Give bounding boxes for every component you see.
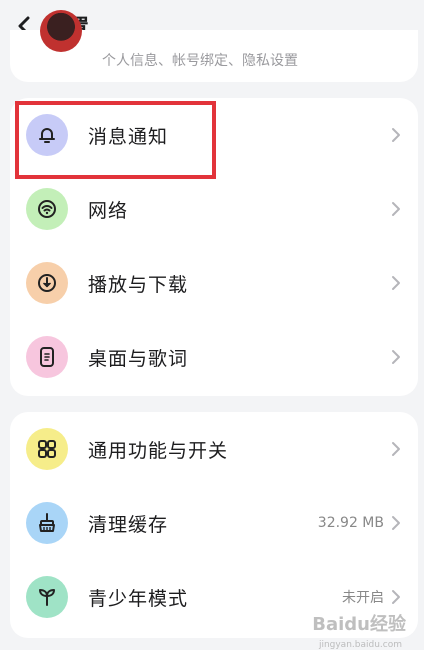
profile-subtitle: 个人信息、帐号绑定、隐私设置: [102, 53, 298, 69]
sprout-icon: [26, 576, 68, 618]
settings-item-general-switches[interactable]: 通用功能与开关: [10, 412, 418, 486]
chevron-right-icon: [392, 590, 400, 604]
highlight-box: [15, 101, 216, 179]
settings-item-network[interactable]: 网络: [10, 172, 418, 246]
chevron-right-icon: [392, 516, 400, 530]
chevron-right-icon: [392, 350, 400, 364]
row-label: 通用功能与开关: [88, 439, 229, 462]
wifi-icon: [26, 188, 68, 230]
settings-item-desktop-lyrics[interactable]: 桌面与歌词: [10, 320, 418, 394]
download-icon: [26, 262, 68, 304]
avatar: [40, 10, 82, 52]
broom-icon: [26, 502, 68, 544]
settings-item-playback-download[interactable]: 播放与下载: [10, 246, 418, 320]
teen-mode-status: 未开启: [342, 590, 384, 606]
chevron-right-icon: [392, 276, 400, 290]
cache-size-value: 32.92 MB: [317, 515, 384, 531]
row-label: 网络: [88, 199, 129, 222]
baidu-watermark: Baidu经验: [312, 614, 406, 635]
watermark-url: jingyan.baidu.com: [318, 640, 402, 650]
chevron-right-icon: [392, 202, 400, 216]
row-label: 播放与下载: [88, 273, 189, 296]
row-label: 清理缓存: [88, 513, 169, 536]
row-label: 桌面与歌词: [88, 347, 189, 370]
chevron-right-icon: [392, 128, 400, 142]
settings-item-clear-cache[interactable]: 清理缓存 32.92 MB: [10, 486, 418, 560]
chevron-right-icon: [392, 442, 400, 456]
profile-card[interactable]: 个人信息、帐号绑定、隐私设置: [10, 10, 418, 82]
settings-group-general: 通用功能与开关 清理缓存 32.92 MB 青少年模式 未开启: [10, 412, 418, 638]
row-label: 青少年模式: [88, 587, 189, 610]
grid-icon: [26, 428, 68, 470]
lyrics-icon: [26, 336, 68, 378]
